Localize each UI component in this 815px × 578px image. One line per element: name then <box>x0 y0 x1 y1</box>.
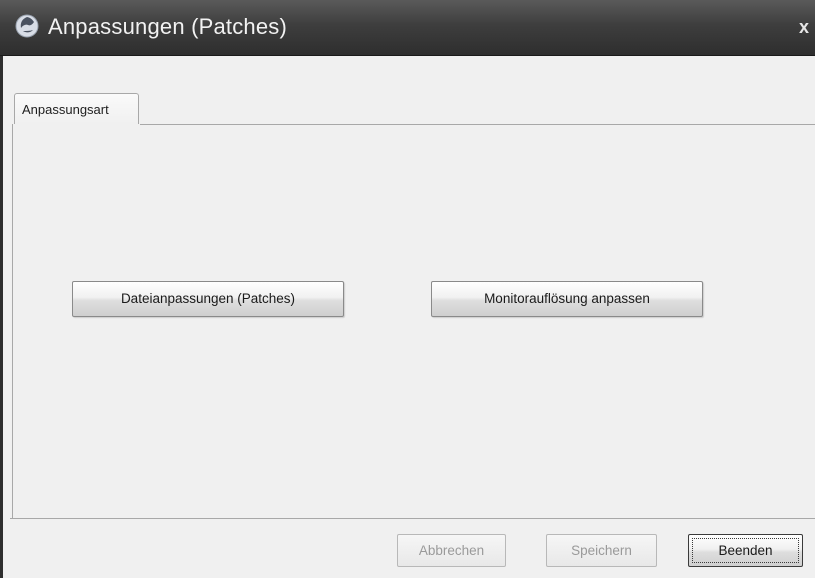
save-button[interactable]: Speichern <box>546 534 657 567</box>
cancel-button[interactable]: Abbrechen <box>397 534 506 567</box>
close-icon[interactable]: x <box>793 16 815 38</box>
patches-dialog: Anpassungen (Patches) x Anpassungsart Da… <box>0 0 815 578</box>
footer-divider <box>10 518 815 519</box>
focus-ring <box>692 538 799 563</box>
monitor-resolution-button[interactable]: Monitorauflösung anpassen <box>431 281 703 317</box>
tab-anpassungsart[interactable]: Anpassungsart <box>14 93 139 124</box>
file-patches-button[interactable]: Dateianpassungen (Patches) <box>72 281 344 317</box>
tab-panel <box>12 124 815 518</box>
exit-button[interactable]: Beenden <box>688 534 803 567</box>
window-title: Anpassungen (Patches) <box>48 14 288 39</box>
app-globe-icon <box>15 14 39 38</box>
title-bar[interactable]: Anpassungen (Patches) x <box>0 0 815 56</box>
